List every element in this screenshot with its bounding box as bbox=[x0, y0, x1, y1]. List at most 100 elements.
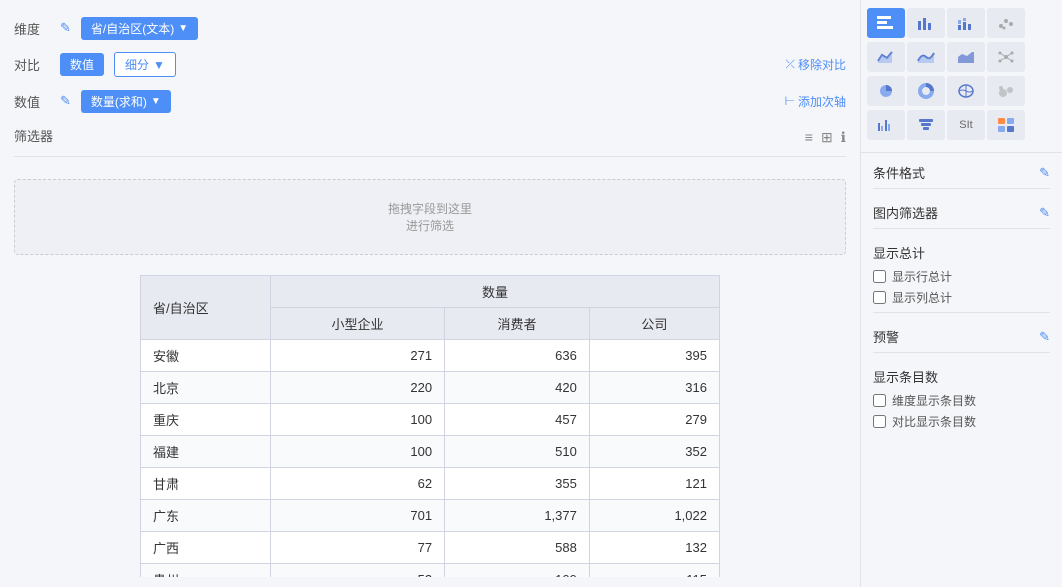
main-content: 省/自治区 数量 小型企业 消费者 公司 安徽 271 636 395 北京 bbox=[0, 265, 860, 577]
area-icon[interactable] bbox=[867, 42, 905, 72]
cell-company: 1,022 bbox=[589, 500, 719, 532]
map-icon[interactable] bbox=[947, 76, 985, 106]
cell-small: 77 bbox=[271, 532, 445, 564]
cell-province: 贵州 bbox=[141, 564, 271, 578]
warning-title: 预警 ✎ bbox=[873, 327, 1050, 346]
show-count-title: 显示条目数 bbox=[873, 367, 1050, 386]
th-company: 公司 bbox=[589, 308, 719, 340]
value-edit-icon[interactable]: ✎ bbox=[60, 93, 71, 109]
scatter-icon[interactable] bbox=[987, 8, 1025, 38]
cell-province: 广东 bbox=[141, 500, 271, 532]
text-icon[interactable]: SIt bbox=[947, 110, 985, 140]
area-filled-icon[interactable] bbox=[947, 42, 985, 72]
add-axis-btn[interactable]: ⊢ 添加次轴 bbox=[785, 93, 846, 110]
bar-group-icon[interactable] bbox=[867, 110, 905, 140]
cell-small: 100 bbox=[271, 436, 445, 468]
cell-consumer: 457 bbox=[445, 404, 590, 436]
cell-small: 52 bbox=[271, 564, 445, 578]
icon-row-2 bbox=[867, 42, 1056, 72]
funnel-icon[interactable] bbox=[907, 110, 945, 140]
show-row-total-checkbox[interactable] bbox=[873, 270, 886, 283]
chart-icons-section: SIt bbox=[861, 0, 1062, 153]
table-row: 福建 100 510 352 bbox=[141, 436, 720, 468]
cell-company: 352 bbox=[589, 436, 719, 468]
dimension-row: 维度 ✎ 省/自治区(文本) ▼ bbox=[0, 10, 860, 46]
show-row-total-row: 显示行总计 bbox=[873, 268, 1050, 285]
warning-section: 预警 ✎ bbox=[873, 327, 1050, 353]
cell-province: 安徽 bbox=[141, 340, 271, 372]
dimension-count-checkbox[interactable] bbox=[873, 394, 886, 407]
compare-row: 对比 数值 细分 ▼ ⤫ 移除对比 bbox=[0, 46, 860, 83]
compare-count-label: 对比显示条目数 bbox=[892, 413, 976, 430]
cell-consumer: 420 bbox=[445, 372, 590, 404]
dimension-count-label: 维度显示条目数 bbox=[892, 392, 976, 409]
table-wrapper[interactable]: 省/自治区 数量 小型企业 消费者 公司 安徽 271 636 395 北京 bbox=[14, 275, 846, 577]
cell-small: 220 bbox=[271, 372, 445, 404]
pie-icon[interactable] bbox=[867, 76, 905, 106]
text-label: SIt bbox=[959, 119, 972, 131]
show-totals-section: 显示总计 显示行总计 显示列总计 bbox=[873, 243, 1050, 313]
conditional-format-edit-icon[interactable]: ✎ bbox=[1039, 165, 1050, 181]
show-col-total-checkbox[interactable] bbox=[873, 291, 886, 304]
compare-value-btn[interactable]: 数值 bbox=[60, 53, 104, 76]
compare-count-checkbox[interactable] bbox=[873, 415, 886, 428]
in-chart-filter-edit-icon[interactable]: ✎ bbox=[1039, 205, 1050, 221]
in-chart-filter-section: 图内筛选器 ✎ bbox=[873, 203, 1050, 229]
cell-small: 100 bbox=[271, 404, 445, 436]
dimension-value-btn[interactable]: 省/自治区(文本) ▼ bbox=[81, 17, 198, 40]
cell-province: 广西 bbox=[141, 532, 271, 564]
table-row: 广西 77 588 132 bbox=[141, 532, 720, 564]
show-count-section: 显示条目数 维度显示条目数 对比显示条目数 bbox=[873, 367, 1050, 430]
show-col-total-row: 显示列总计 bbox=[873, 289, 1050, 306]
show-row-total-label: 显示行总计 bbox=[892, 268, 952, 285]
filter-list-icon[interactable]: ≡ bbox=[805, 129, 813, 146]
show-totals-title: 显示总计 bbox=[873, 243, 1050, 262]
filter-drop-zone: 拖拽字段到这里 进行筛选 bbox=[14, 179, 846, 255]
cell-province: 北京 bbox=[141, 372, 271, 404]
cell-small: 62 bbox=[271, 468, 445, 500]
area-wave-icon[interactable] bbox=[907, 42, 945, 72]
bar-horizontal-icon[interactable] bbox=[867, 8, 905, 38]
network-icon[interactable] bbox=[987, 42, 1025, 72]
cell-consumer: 636 bbox=[445, 340, 590, 372]
add-axis-icon: ⊢ bbox=[785, 94, 795, 108]
icon-row-4: SIt bbox=[867, 110, 1056, 140]
filter-table-icon[interactable]: ⊞ bbox=[821, 129, 833, 146]
right-panel: SIt 条件格式 ✎ 图内筛选器 ✎ 显示总计 bbox=[860, 0, 1062, 587]
segment-arrow-icon: ▼ bbox=[153, 58, 165, 72]
in-chart-filter-title: 图内筛选器 ✎ bbox=[873, 203, 1050, 222]
warning-edit-icon[interactable]: ✎ bbox=[1039, 329, 1050, 345]
bar-vertical-icon[interactable] bbox=[907, 8, 945, 38]
conditional-format-title: 条件格式 ✎ bbox=[873, 163, 1050, 182]
compare-segment-btn[interactable]: 细分 ▼ bbox=[114, 52, 176, 77]
cell-company: 316 bbox=[589, 372, 719, 404]
cell-small: 701 bbox=[271, 500, 445, 532]
right-options: 条件格式 ✎ 图内筛选器 ✎ 显示总计 显示行总计 显示列总计 bbox=[861, 153, 1062, 587]
cell-company: 121 bbox=[589, 468, 719, 500]
table-row: 北京 220 420 316 bbox=[141, 372, 720, 404]
value-btn[interactable]: 数量(求和) ▼ bbox=[81, 90, 171, 113]
cell-company: 395 bbox=[589, 340, 719, 372]
table-row: 安徽 271 636 395 bbox=[141, 340, 720, 372]
table-row: 重庆 100 457 279 bbox=[141, 404, 720, 436]
donut-icon[interactable] bbox=[907, 76, 945, 106]
conditional-format-section: 条件格式 ✎ bbox=[873, 163, 1050, 189]
remove-icon: ⤫ bbox=[785, 57, 795, 72]
remove-compare-btn[interactable]: ⤫ 移除对比 bbox=[785, 56, 846, 73]
filter-info-icon[interactable]: ℹ bbox=[841, 129, 846, 146]
highlight-icon[interactable] bbox=[987, 110, 1025, 140]
bar-stacked-icon[interactable] bbox=[947, 8, 985, 38]
cell-small: 271 bbox=[271, 340, 445, 372]
cell-province: 甘肃 bbox=[141, 468, 271, 500]
cell-company: 279 bbox=[589, 404, 719, 436]
dimension-edit-icon[interactable]: ✎ bbox=[60, 20, 71, 36]
bubble-icon[interactable] bbox=[987, 76, 1025, 106]
th-consumer: 消费者 bbox=[445, 308, 590, 340]
cell-consumer: 109 bbox=[445, 564, 590, 578]
cell-consumer: 355 bbox=[445, 468, 590, 500]
table-row: 甘肃 62 355 121 bbox=[141, 468, 720, 500]
dimension-label: 维度 bbox=[14, 19, 50, 38]
compare-label: 对比 bbox=[14, 55, 50, 74]
th-count: 数量 bbox=[271, 276, 720, 308]
icon-row-3 bbox=[867, 76, 1056, 106]
